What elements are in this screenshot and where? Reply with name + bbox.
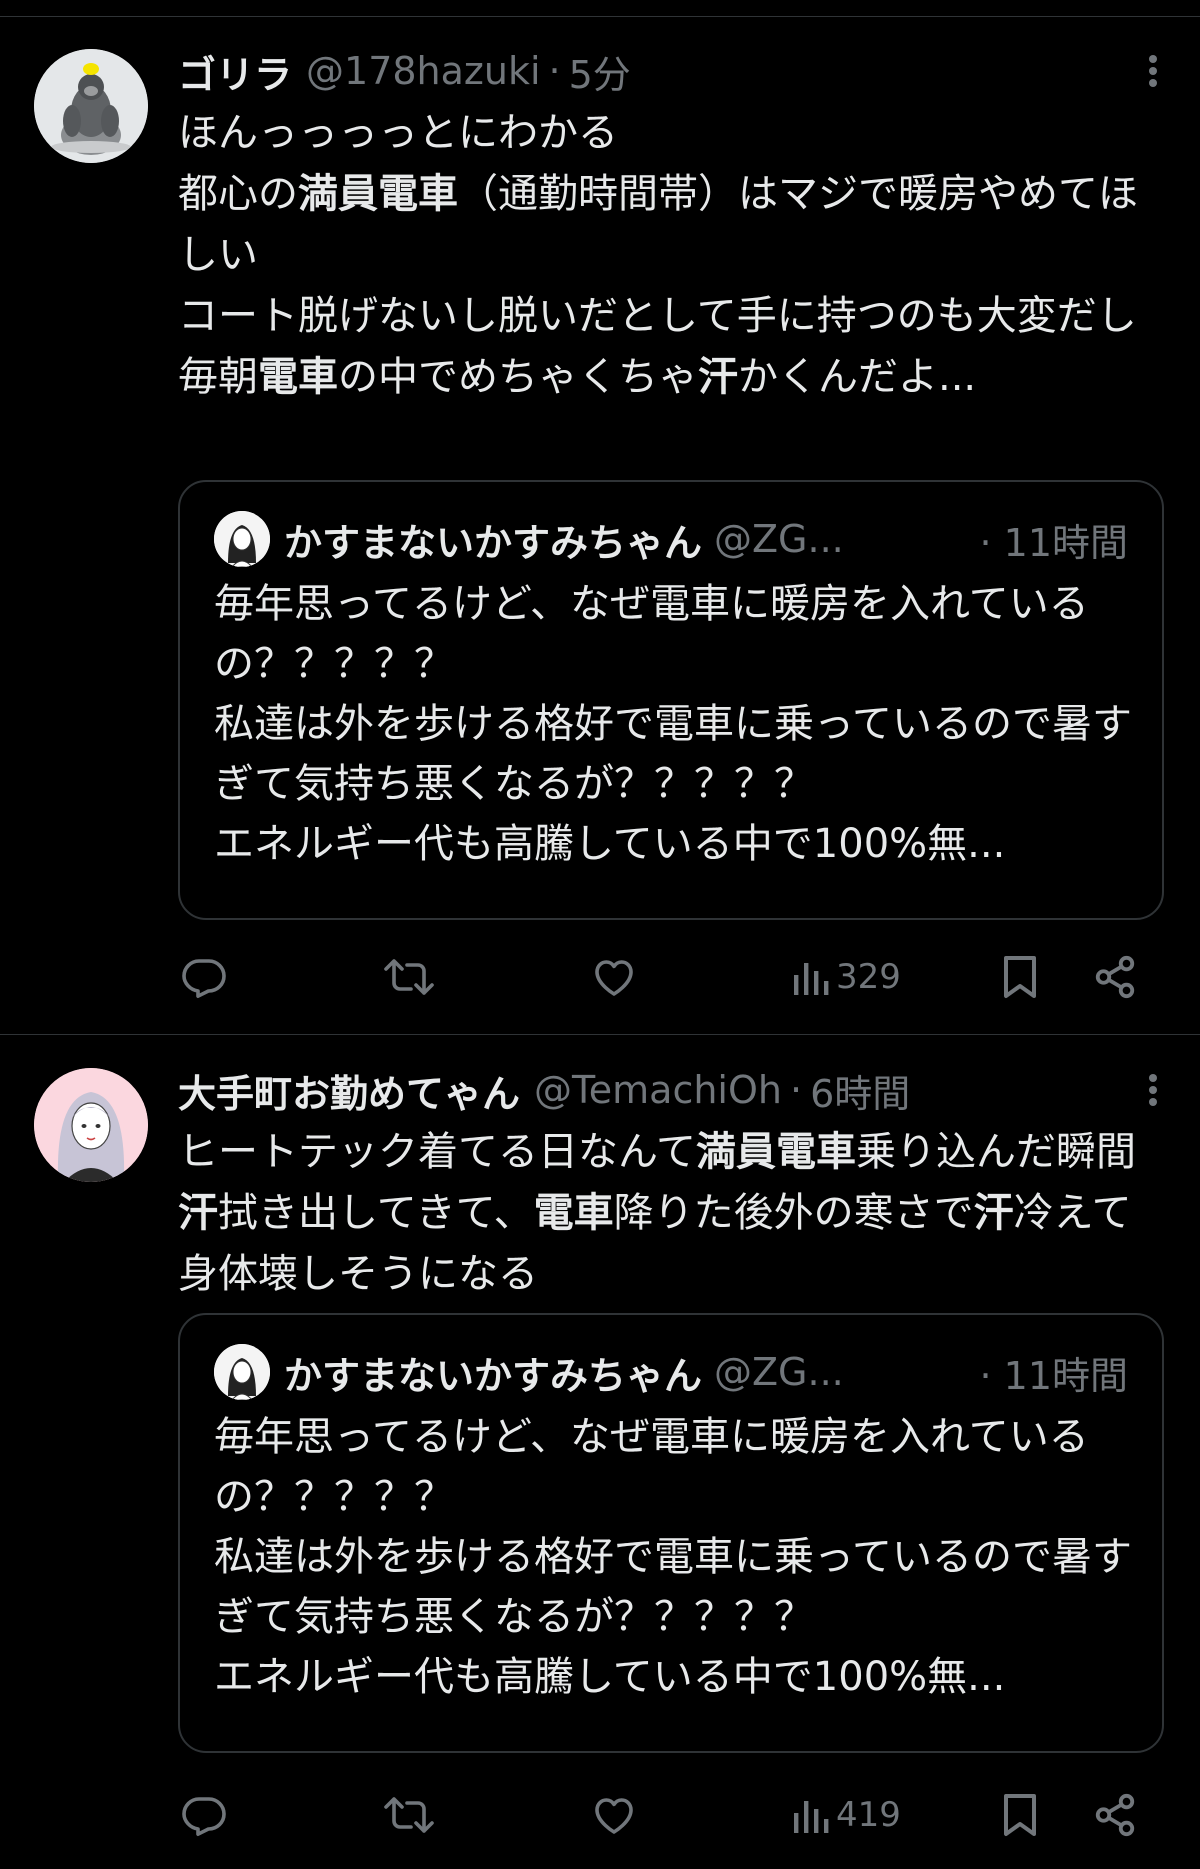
reply-button[interactable] [180, 947, 228, 1007]
tweet-text-highlight: 汗 [973, 1190, 1014, 1236]
more-icon[interactable] [1138, 51, 1168, 91]
bookmark-button[interactable] [998, 1785, 1042, 1845]
girl-avatar-icon [34, 1068, 148, 1182]
share-icon [1095, 1793, 1135, 1837]
heart-icon [595, 1798, 633, 1834]
heart-icon [595, 960, 633, 996]
tweet-text-highlight: 汗 [178, 1190, 218, 1236]
tweet-actions: 329 [178, 947, 1168, 1007]
repost-icon [384, 1797, 434, 1833]
more-icon[interactable] [1138, 1070, 1168, 1110]
views-icon [794, 963, 829, 995]
view-count: 419 [836, 1795, 901, 1835]
reply-button[interactable] [180, 1785, 228, 1845]
avatar[interactable] [34, 1068, 148, 1182]
quoted-avatar [214, 511, 270, 567]
tweet-text-segment: かくんだよ... [738, 354, 977, 400]
tweet-text: ほんっっっっとにわかる 都心の満員電車（通勤時間帯）はマジで暖房やめてほしい コ… [178, 103, 1150, 408]
repost-button[interactable] [384, 947, 434, 1007]
quoted-tweet-text: 毎年思ってるけど、なぜ電車に暖房を入れているの？？？？？ 私達は外を歩ける格好で… [214, 581, 1132, 867]
quoted-display-name[interactable]: かすまないかすみちゃん [284, 1345, 702, 1400]
share-button[interactable] [1092, 1785, 1138, 1845]
girl-sketch-avatar-icon [214, 511, 270, 567]
tweet-text: ヒートテック着てる日なんて満員電車乗り込んだ瞬間汗拭き出してきて、電車降りた後外… [178, 1122, 1150, 1305]
quoted-display-name[interactable]: かすまないかすみちゃん [284, 512, 702, 567]
quoted-timestamp: · 11時間 [979, 520, 1128, 565]
repost-icon [384, 959, 434, 995]
views-icon [794, 1801, 829, 1833]
tweet-divider [0, 1034, 1200, 1035]
avatar[interactable] [34, 49, 148, 163]
tweet-text-highlight: 電車 [258, 354, 338, 400]
display-name[interactable]: ゴリラ [178, 44, 292, 99]
share-button[interactable] [1092, 947, 1138, 1007]
display-name[interactable]: 大手町お勤めてゃん [178, 1063, 520, 1118]
tweet-text-highlight: 電車 [533, 1190, 614, 1236]
tweet-text-segment: 降りた後外の寒さで [613, 1190, 974, 1236]
quoted-tweet[interactable]: かすまないかすみちゃん @ZG... · 11時間 毎年思ってるけど、なぜ電車に… [178, 1313, 1164, 1753]
handle[interactable]: @TemachiOh [534, 1068, 782, 1112]
quoted-tweet-header: かすまないかすみちゃん @ZG... · 11時間 [214, 1343, 1128, 1401]
quoted-handle[interactable]: @ZG... [714, 517, 844, 561]
tweet-text-segment: の中でめちゃくちゃ [338, 354, 698, 400]
tweet-text-highlight: 汗 [698, 354, 738, 400]
tweet-text-highlight: 満員電車 [696, 1129, 856, 1175]
tweet-text-segment: 拭き出してきて、 [218, 1190, 534, 1236]
tweet-text-segment: ヒートテック着てる日なんて [178, 1129, 696, 1175]
like-button[interactable] [590, 1785, 638, 1845]
tweet-text-segment: 乗り込んだ瞬間 [856, 1129, 1136, 1175]
bookmark-icon [1004, 1794, 1036, 1836]
timestamp[interactable]: 5分 [569, 44, 631, 99]
tweet-card[interactable]: ゴリラ @178hazuki · 5分 ほんっっっっとにわかる 都心の満員電車（… [0, 17, 1200, 1034]
gorilla-avatar-icon [34, 49, 148, 163]
tweet-card[interactable]: 大手町お勤めてゃん @TemachiOh · 6時間 ヒートテック着てる日なんて… [0, 1036, 1200, 1869]
quoted-tweet[interactable]: かすまないかすみちゃん @ZG... · 11時間 毎年思ってるけど、なぜ電車に… [178, 480, 1164, 920]
share-icon [1095, 955, 1135, 999]
handle[interactable]: @178hazuki [306, 49, 541, 93]
quoted-timestamp: · 11時間 [979, 1353, 1128, 1398]
timestamp[interactable]: 6時間 [810, 1063, 910, 1118]
quoted-handle[interactable]: @ZG... [714, 1350, 844, 1394]
tweet-header: 大手町お勤めてゃん @TemachiOh · 6時間 [178, 1066, 910, 1116]
views-button[interactable]: 329 [790, 947, 901, 1007]
tweet-actions: 419 [178, 1785, 1168, 1845]
repost-button[interactable] [384, 1785, 434, 1845]
bookmark-icon [1004, 956, 1036, 998]
view-count: 329 [836, 957, 901, 997]
views-button[interactable]: 419 [790, 1785, 901, 1845]
separator-dot: · [789, 1068, 803, 1112]
like-button[interactable] [590, 947, 638, 1007]
tweet-text-highlight: 満員電車 [298, 171, 458, 217]
quoted-tweet-text: 毎年思ってるけど、なぜ電車に暖房を入れているの？？？？？ 私達は外を歩ける格好で… [214, 1414, 1132, 1700]
quoted-tweet-header: かすまないかすみちゃん @ZG... · 11時間 [214, 510, 1128, 568]
reply-icon [182, 959, 226, 998]
reply-icon [182, 1797, 226, 1836]
tweet-header: ゴリラ @178hazuki · 5分 [178, 47, 631, 97]
separator-dot: · [548, 49, 561, 93]
girl-sketch-avatar-icon [214, 1344, 270, 1400]
bookmark-button[interactable] [998, 947, 1042, 1007]
quoted-avatar [214, 1344, 270, 1400]
